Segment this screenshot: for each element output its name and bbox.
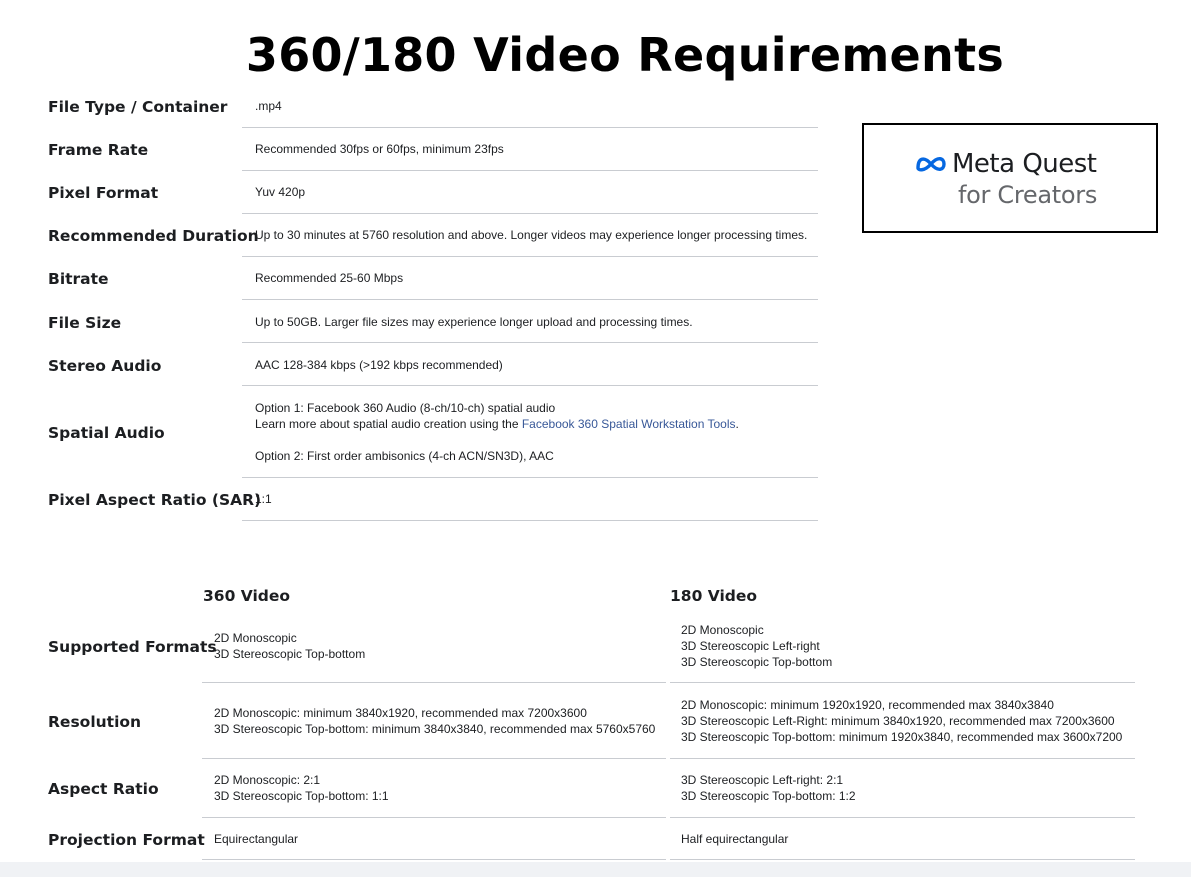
row-divider <box>242 170 818 171</box>
spec-value: Recommended 25-60 Mbps <box>255 270 403 286</box>
page-title: 360/180 Video Requirements <box>245 28 1005 82</box>
row-divider <box>242 342 818 343</box>
row-divider <box>242 299 818 300</box>
format-value-line: 2D Monoscopic: minimum 3840x1920, recomm… <box>214 706 587 720</box>
spec-label: Pixel Aspect Ratio (SAR) <box>48 491 262 509</box>
row-divider <box>202 758 666 759</box>
spec-value-line: Up to 30 minutes at 5760 resolution and … <box>255 228 808 242</box>
row-divider <box>670 859 1135 860</box>
format-value-180: 3D Stereoscopic Left-right: 2:1 3D Stere… <box>681 772 856 804</box>
column-header-360: 360 Video <box>203 587 291 605</box>
spec-value-line: Up to 50GB. Larger file sizes may experi… <box>255 315 693 329</box>
format-value-line: 3D Stereoscopic Left-right: 2:1 <box>681 773 844 787</box>
footer-bar <box>0 862 1191 877</box>
format-value-line: 2D Monoscopic <box>214 631 297 645</box>
link-suffix: . <box>735 417 739 431</box>
format-value-line: Half equirectangular <box>681 832 789 846</box>
spec-label: Pixel Format <box>48 184 159 202</box>
spec-label: Frame Rate <box>48 141 149 159</box>
row-divider <box>670 817 1135 818</box>
row-divider <box>670 682 1135 683</box>
spec-value: Option 1: Facebook 360 Audio (8-ch/10-ch… <box>255 400 739 464</box>
spec-label: File Size <box>48 314 122 332</box>
row-divider <box>242 477 818 478</box>
format-label: Supported Formats <box>48 638 217 656</box>
spec-label: Bitrate <box>48 270 109 288</box>
spec-value: AAC 128-384 kbps (>192 kbps recommended) <box>255 357 503 373</box>
format-value-180: 2D Monoscopic 3D Stereoscopic Left-right… <box>681 622 832 670</box>
spec-value: .mp4 <box>255 98 282 114</box>
format-value-180: 2D Monoscopic: minimum 1920x1920, recomm… <box>681 697 1122 745</box>
format-value-line: Equirectangular <box>214 832 299 846</box>
row-divider <box>202 817 666 818</box>
format-value-360: 2D Monoscopic: minimum 3840x1920, recomm… <box>214 705 655 737</box>
spec-label: File Type / Container <box>48 98 228 116</box>
format-value-line: 3D Stereoscopic Top-bottom: 1:2 <box>681 789 856 803</box>
meta-infinity-icon <box>916 157 946 172</box>
spec-value: Yuv 420p <box>255 184 305 200</box>
row-divider <box>242 213 818 214</box>
format-value-line: 3D Stereoscopic Top-bottom <box>681 655 833 669</box>
format-value-360: Equirectangular <box>214 831 298 847</box>
format-value-line: 3D Stereoscopic Left-Right: minimum 3840… <box>681 714 1115 728</box>
format-value-line: 3D Stereoscopic Top-bottom: minimum 1920… <box>681 730 1123 744</box>
row-divider <box>242 256 818 257</box>
spatial-workstation-link[interactable]: Facebook 360 Spatial Workstation Tools <box>522 417 736 431</box>
spec-value-line: Recommended 25-60 Mbps <box>255 271 404 285</box>
format-label: Aspect Ratio <box>48 780 159 798</box>
spec-value-line: Yuv 420p <box>255 185 306 199</box>
spec-value: 1:1 <box>255 491 272 507</box>
spec-value-line: AAC 128-384 kbps (>192 kbps recommended) <box>255 358 503 372</box>
spec-value-line: Recommended 30fps or 60fps, minimum 23fp… <box>255 142 504 156</box>
format-value-180: Half equirectangular <box>681 831 788 847</box>
spec-label: Spatial Audio <box>48 424 165 442</box>
logo-title: Meta Quest <box>952 149 1097 179</box>
format-label: Projection Format <box>48 831 205 849</box>
row-divider <box>242 520 818 521</box>
logo-row: Meta Quest <box>914 149 1097 179</box>
spec-value-line: Option 2: First order ambisonics (4-ch A… <box>255 449 554 463</box>
spec-value: Recommended 30fps or 60fps, minimum 23fp… <box>255 141 504 157</box>
row-divider <box>202 859 666 860</box>
link-prefix: Learn more about spatial audio creation … <box>255 417 522 431</box>
row-divider <box>202 682 666 683</box>
spec-value: Up to 30 minutes at 5760 resolution and … <box>255 227 807 243</box>
spec-label: Recommended Duration <box>48 227 259 245</box>
format-value-360: 2D Monoscopic 3D Stereoscopic Top-bottom <box>214 630 365 662</box>
spec-value: Up to 50GB. Larger file sizes may experi… <box>255 314 693 330</box>
format-value-line: 2D Monoscopic: 2:1 <box>214 773 321 787</box>
row-divider <box>242 385 818 386</box>
format-value-line: 3D Stereoscopic Top-bottom: 1:1 <box>214 789 389 803</box>
spec-label: Stereo Audio <box>48 357 162 375</box>
format-value-line: 3D Stereoscopic Left-right <box>681 639 820 653</box>
format-value-line: 2D Monoscopic: minimum 1920x1920, recomm… <box>681 698 1054 712</box>
logo-subtitle: for Creators <box>958 181 1098 209</box>
spec-value-line: Learn more about spatial audio creation … <box>255 416 739 432</box>
format-value-line: 3D Stereoscopic Top-bottom <box>214 647 366 661</box>
spec-value-line: Option 1: Facebook 360 Audio (8-ch/10-ch… <box>255 401 556 415</box>
spec-value-line: 1:1 <box>255 492 272 506</box>
row-divider <box>242 127 818 128</box>
format-label: Resolution <box>48 713 142 731</box>
meta-quest-logo: Meta Quest for Creators <box>862 123 1158 233</box>
row-divider <box>670 758 1135 759</box>
format-value-360: 2D Monoscopic: 2:1 3D Stereoscopic Top-b… <box>214 772 389 804</box>
format-value-line: 3D Stereoscopic Top-bottom: minimum 3840… <box>214 722 656 736</box>
format-value-line: 2D Monoscopic <box>681 623 764 637</box>
column-header-180: 180 Video <box>670 587 758 605</box>
spec-value-line: .mp4 <box>255 99 282 113</box>
